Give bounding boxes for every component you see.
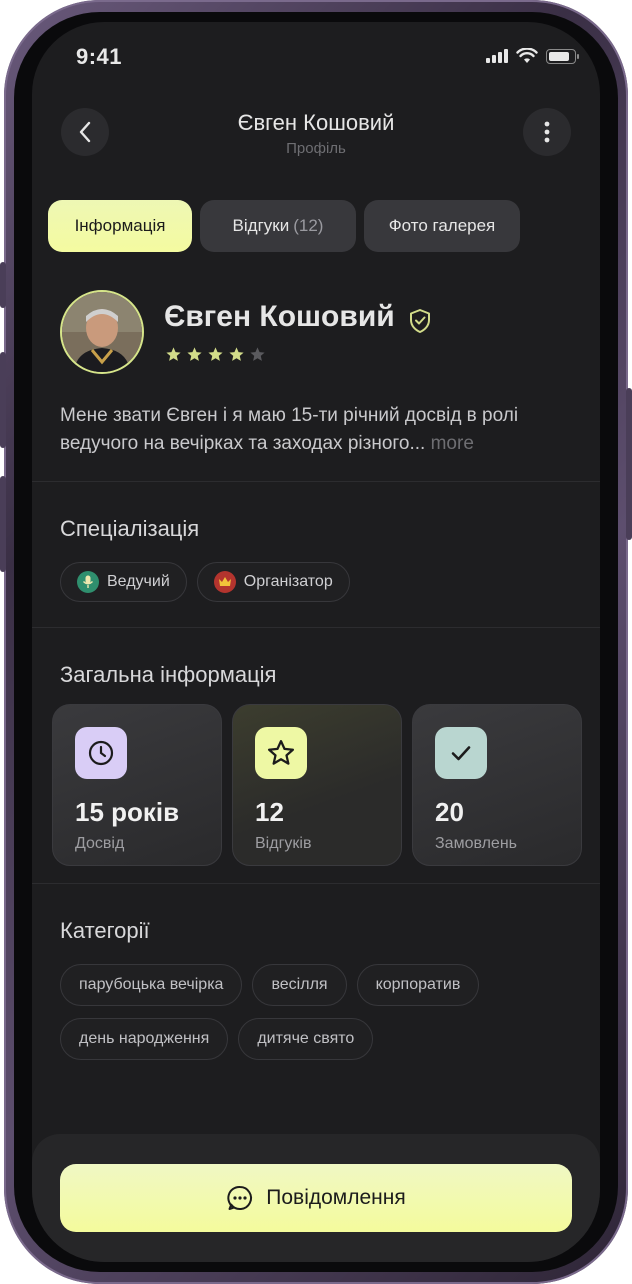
more-vertical-icon xyxy=(544,121,550,143)
status-time: 9:41 xyxy=(76,44,123,69)
category-chip[interactable]: корпоратив xyxy=(356,964,480,1006)
tab-information[interactable]: Інформація xyxy=(48,200,192,252)
categories-list: парубоцька вечірка весілля корпоратив де… xyxy=(60,964,580,1060)
clock-icon xyxy=(75,727,127,779)
chip-label: Організатор xyxy=(243,573,333,590)
page-subtitle: Профіль xyxy=(286,140,346,157)
divider xyxy=(32,627,600,628)
tab-reviews[interactable]: Відгуки (12) xyxy=(200,200,356,252)
stat-label: Досвід xyxy=(75,835,125,852)
category-chip[interactable]: день народження xyxy=(60,1018,229,1060)
general-info-title: Загальна інформація xyxy=(60,662,277,687)
message-button[interactable]: Повідомлення xyxy=(60,1164,572,1232)
specialization-title: Спеціалізація xyxy=(60,516,200,541)
star-filled-icon xyxy=(166,347,181,361)
stat-value: 12 xyxy=(255,797,284,827)
specialization-chip-organizer[interactable]: Організатор xyxy=(196,562,350,602)
star-filled-icon xyxy=(208,347,223,361)
star-filled-icon xyxy=(187,347,202,361)
power-button xyxy=(626,388,632,540)
profile-bio: Мене звати Євген і я маю 15-ти річний до… xyxy=(60,402,570,458)
category-chip[interactable]: весілля xyxy=(252,964,347,1006)
star-empty-icon xyxy=(250,347,265,361)
page-title: Євген Кошовий xyxy=(237,110,395,135)
tab-photo-gallery[interactable]: Фото галерея xyxy=(364,200,520,252)
stat-card-reviews[interactable]: 12 Відгуків xyxy=(232,704,402,866)
bio-more-link[interactable]: more xyxy=(431,433,474,454)
cellular-signal-icon xyxy=(486,49,508,63)
general-info-cards: 15 років Досвід 12 Відгуків 20 Замовлень xyxy=(52,704,582,866)
stat-label: Відгуків xyxy=(255,835,312,852)
specialization-list: Ведучий Організатор xyxy=(60,562,350,602)
chip-label: Ведучий xyxy=(107,573,170,590)
divider xyxy=(32,883,600,884)
rating-stars xyxy=(165,346,266,363)
divider xyxy=(32,481,600,482)
stat-value: 15 років xyxy=(75,797,180,827)
star-icon xyxy=(255,727,307,779)
category-chip[interactable]: парубоцька вечірка xyxy=(60,964,243,1006)
mute-switch xyxy=(0,262,6,308)
tab-count: (12) xyxy=(293,216,324,235)
volume-up-button xyxy=(0,352,6,448)
battery-icon xyxy=(546,48,579,64)
check-icon xyxy=(435,727,487,779)
stat-card-orders: 20 Замовлень xyxy=(412,704,582,866)
more-options-button[interactable] xyxy=(523,108,571,156)
verified-shield-icon xyxy=(410,309,430,333)
tab-label: Відгуки xyxy=(232,216,290,235)
star-filled-icon xyxy=(229,347,244,361)
stat-label: Замовлень xyxy=(435,835,517,852)
avatar-photo xyxy=(62,292,142,372)
avatar[interactable] xyxy=(60,290,144,374)
category-chip[interactable]: дитяче свято xyxy=(238,1018,374,1060)
status-icons xyxy=(486,48,579,64)
tab-label: Інформація xyxy=(74,216,166,235)
tab-label: Фото галерея xyxy=(388,216,496,235)
app-screen: 9:41 Євген Кошовий Профіль Інформація Ві… xyxy=(32,22,600,1262)
profile-tabs: Інформація Відгуки (12) Фото галерея xyxy=(48,200,520,252)
categories-title: Категорії xyxy=(60,918,150,943)
message-button-label: Повідомлення xyxy=(266,1186,406,1209)
profile-name: Євген Кошовий xyxy=(164,300,395,333)
stat-card-experience: 15 років Досвід xyxy=(52,704,222,866)
volume-down-button xyxy=(0,476,6,572)
crown-icon xyxy=(213,571,236,593)
stat-value: 20 xyxy=(435,797,464,827)
microphone-icon xyxy=(77,571,99,593)
wifi-icon xyxy=(516,48,538,63)
specialization-chip-host[interactable]: Ведучий xyxy=(60,562,187,602)
chat-bubble-icon xyxy=(227,1185,253,1210)
